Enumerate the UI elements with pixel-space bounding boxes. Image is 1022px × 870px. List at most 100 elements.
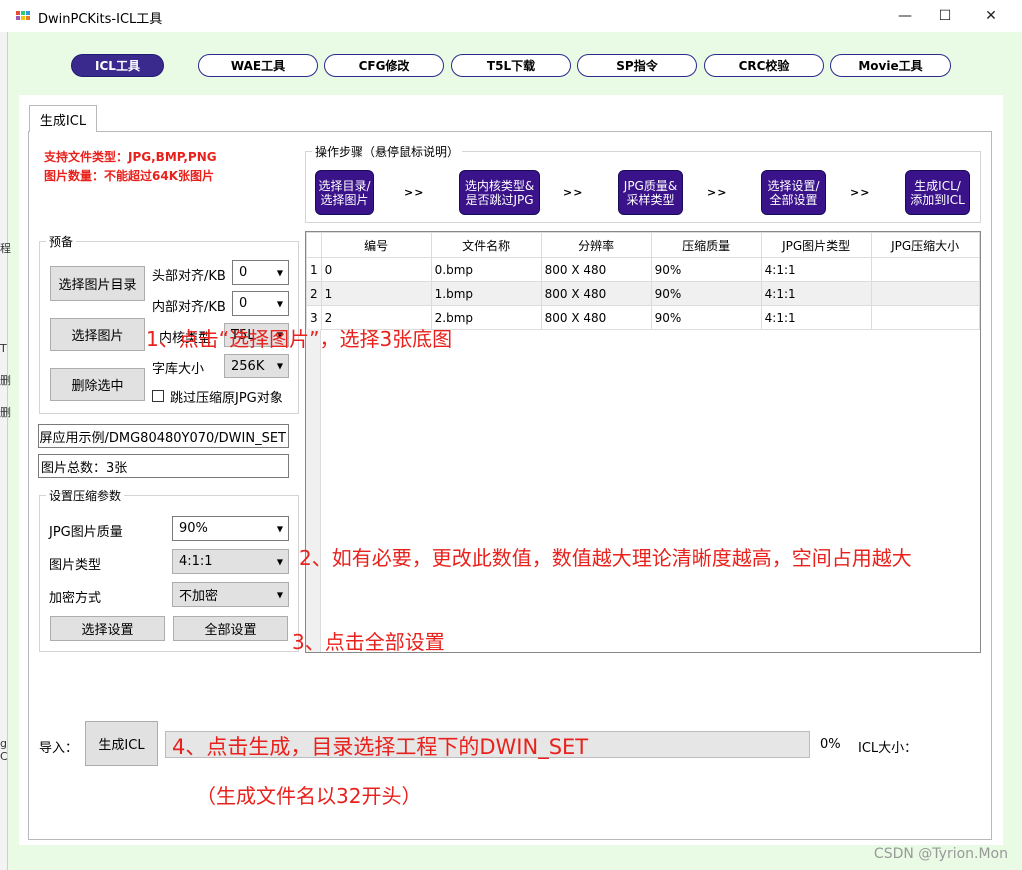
icl-size-label: ICL大小： bbox=[858, 741, 918, 756]
tab-generate-icl[interactable]: 生成ICL bbox=[29, 105, 97, 132]
cell-resolution: 800 X 480 bbox=[540, 305, 652, 330]
inner-align-value: 0 bbox=[239, 296, 248, 311]
head-align-value: 0 bbox=[239, 265, 248, 280]
select-dir-button[interactable]: 选择图片目录 bbox=[50, 266, 145, 301]
app-window: DwinPCKits-ICL工具 — ☐ ✕ 程 T 删 删 g C ICL工具… bbox=[0, 0, 1022, 870]
cell-quality: 90% bbox=[650, 257, 762, 282]
step-generate-icl[interactable]: 生成ICL/添加到ICL bbox=[905, 170, 970, 215]
tab-wae-tool[interactable]: WAE工具 bbox=[198, 54, 318, 77]
delete-selected-button[interactable]: 删除选中 bbox=[50, 368, 145, 401]
path-field[interactable]: 屏应用示例/DMG80480Y070/DWIN_SET bbox=[38, 424, 289, 448]
step-core-type[interactable]: 选内核类型& 是否跳过JPG bbox=[459, 170, 540, 215]
step-line: 采样类型 bbox=[626, 192, 675, 207]
step-separator: >> bbox=[563, 186, 584, 199]
strip-text: 删 bbox=[0, 374, 11, 387]
type-select[interactable]: 4:1:1 ▼ bbox=[172, 549, 289, 574]
step-line: 选择目录/ bbox=[318, 178, 371, 193]
chevron-down-icon: ▼ bbox=[276, 557, 283, 566]
lib-size-value: 256K bbox=[231, 358, 265, 374]
chevron-down-icon: ▼ bbox=[276, 590, 283, 599]
tab-movie-tool[interactable]: Movie工具 bbox=[830, 54, 951, 77]
compress-legend: 设置压缩参数 bbox=[46, 487, 125, 504]
chevron-down-icon: ▼ bbox=[276, 361, 283, 371]
cell-quality: 90% bbox=[650, 281, 762, 306]
step-select-setting[interactable]: 选择设置/全部设置 bbox=[761, 170, 826, 215]
close-button[interactable]: ✕ bbox=[968, 0, 1014, 32]
head-align-select[interactable]: 0 ▼ bbox=[232, 260, 289, 285]
progress-percent: 0% bbox=[820, 737, 841, 752]
row-header-gutter bbox=[306, 329, 321, 652]
type-label: 图片类型 bbox=[49, 558, 102, 573]
chevron-down-icon: ▼ bbox=[276, 268, 283, 277]
cell-id: 1 bbox=[320, 281, 432, 306]
cell-resolution: 800 X 480 bbox=[540, 257, 652, 282]
cell-id: 0 bbox=[320, 257, 432, 282]
annotation-note: （生成文件名以32开头） bbox=[196, 784, 422, 808]
quality-select[interactable]: 90% ▼ bbox=[172, 516, 289, 541]
inner-align-select[interactable]: 0 ▼ bbox=[232, 291, 289, 316]
row-number-header bbox=[306, 232, 322, 258]
generate-icl-button[interactable]: 生成ICL bbox=[85, 721, 158, 766]
total-count-field: 图片总数：3张 bbox=[38, 454, 289, 478]
annotation-step3: 3、点击全部设置 bbox=[292, 630, 445, 654]
cell-name: 1.bmp bbox=[430, 281, 542, 306]
row-number: 2 bbox=[306, 281, 322, 306]
column-header[interactable]: JPG压缩大小 bbox=[870, 232, 980, 258]
lib-size-select[interactable]: 256K ▼ bbox=[224, 354, 289, 378]
select-pics-button[interactable]: 选择图片 bbox=[50, 318, 145, 351]
table-row[interactable]: 2 1 1.bmp 800 X 480 90% 4:1:1 bbox=[306, 281, 980, 306]
step-line: JPG质量& bbox=[623, 178, 678, 193]
app-icon bbox=[16, 11, 30, 20]
step-separator: >> bbox=[404, 186, 425, 199]
tab-icl-tool[interactable]: ICL工具 bbox=[71, 54, 164, 77]
all-setting-button[interactable]: 全部设置 bbox=[173, 616, 288, 641]
cell-jpg-type: 4:1:1 bbox=[760, 281, 872, 306]
encrypt-select[interactable]: 不加密 ▼ bbox=[172, 582, 289, 607]
step-line: 是否跳过JPG bbox=[465, 192, 534, 207]
chevron-down-icon: ▼ bbox=[276, 299, 283, 308]
tab-cfg-edit[interactable]: CFG修改 bbox=[324, 54, 444, 77]
tab-t5l-download[interactable]: T5L下载 bbox=[451, 54, 571, 77]
column-header[interactable]: 文件名称 bbox=[430, 232, 542, 258]
select-setting-button[interactable]: 选择设置 bbox=[50, 616, 165, 641]
step-line: 选内核类型& bbox=[464, 178, 535, 193]
column-header[interactable]: 分辨率 bbox=[540, 232, 652, 258]
column-header[interactable]: 编号 bbox=[320, 232, 432, 258]
image-grid[interactable]: 编号 文件名称 分辨率 压缩质量 JPG图片类型 JPG压缩大小 1 0 0.b… bbox=[305, 231, 981, 653]
head-align-label: 头部对齐/KB bbox=[152, 269, 226, 284]
strip-text: C bbox=[0, 750, 8, 763]
strip-text: 删 bbox=[0, 406, 11, 419]
watermark: CSDN @Tyrion.Mon bbox=[873, 846, 1008, 862]
strip-text: g bbox=[0, 737, 7, 750]
step-line: 选择设置/ bbox=[767, 178, 820, 193]
type-value: 4:1:1 bbox=[179, 554, 213, 569]
step-separator: >> bbox=[707, 186, 728, 199]
chevron-down-icon: ▼ bbox=[276, 524, 283, 533]
steps-legend: 操作步骤（悬停鼠标说明） bbox=[312, 143, 463, 160]
annotation-step1: 1、点击“选择图片”，选择3张底图 bbox=[146, 327, 453, 351]
table-row[interactable]: 1 0 0.bmp 800 X 480 90% 4:1:1 bbox=[306, 257, 980, 282]
cell-jpg-type: 4:1:1 bbox=[760, 257, 872, 282]
step-line: 生成ICL/ bbox=[914, 178, 961, 193]
title-bar: DwinPCKits-ICL工具 — ☐ ✕ bbox=[0, 0, 1022, 32]
skip-jpg-label: 跳过压缩原JPG对象 bbox=[170, 391, 283, 406]
step-select-dir[interactable]: 选择目录/选择图片 bbox=[315, 170, 374, 215]
background-window-strip: 程 T 删 删 g C bbox=[0, 32, 11, 870]
column-header[interactable]: 压缩质量 bbox=[650, 232, 762, 258]
quality-value: 90% bbox=[179, 521, 208, 536]
annotation-step4: 4、点击生成，目录选择工程下的DWIN_SET bbox=[172, 735, 589, 759]
step-line: 添加到ICL bbox=[910, 192, 965, 207]
cell-resolution: 800 X 480 bbox=[540, 281, 652, 306]
step-jpg-quality[interactable]: JPG质量& 采样类型 bbox=[618, 170, 683, 215]
maximize-button[interactable]: ☐ bbox=[922, 0, 968, 32]
step-line: 全部设置 bbox=[769, 192, 818, 207]
cell-jpg-size bbox=[870, 257, 980, 282]
table-header-row: 编号 文件名称 分辨率 压缩质量 JPG图片类型 JPG压缩大小 bbox=[306, 232, 980, 258]
step-line: 选择图片 bbox=[320, 192, 369, 207]
cell-jpg-size bbox=[870, 281, 980, 306]
tab-crc-check[interactable]: CRC校验 bbox=[704, 54, 824, 77]
column-header[interactable]: JPG图片类型 bbox=[760, 232, 872, 258]
tab-sp-command[interactable]: SP指令 bbox=[577, 54, 697, 77]
skip-jpg-checkbox[interactable] bbox=[152, 390, 164, 402]
import-label: 导入： bbox=[39, 741, 79, 756]
